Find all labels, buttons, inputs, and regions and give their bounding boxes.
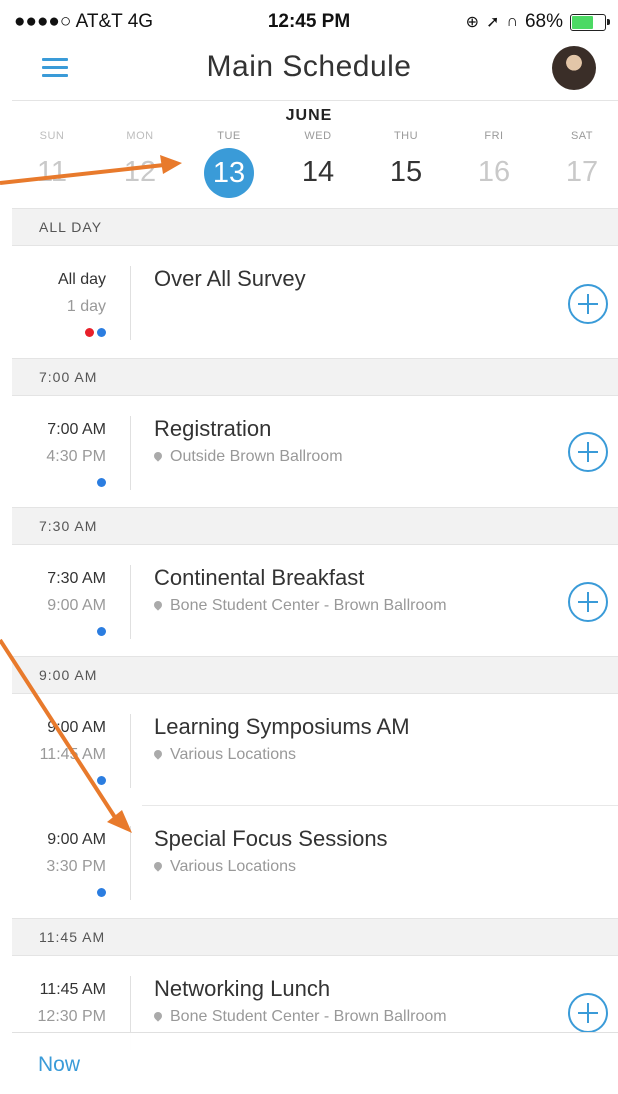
event-registration[interactable]: 7:00 AM 4:30 PM Registration Outside Bro… — [12, 396, 618, 507]
section-header-730: 7:30 AM — [12, 507, 618, 545]
battery-percent: 68% — [524, 11, 563, 32]
section-label: 9:00 AM — [39, 667, 98, 683]
avatar[interactable] — [552, 46, 596, 90]
event-dots — [97, 627, 106, 636]
day-number: 16 — [477, 156, 511, 188]
event-end-time: 11:45 AM — [39, 746, 106, 763]
day-name: TUE — [217, 130, 241, 142]
track-dot — [97, 478, 106, 487]
section-label: 11:45 AM — [39, 929, 106, 945]
add-to-schedule-button[interactable] — [568, 993, 608, 1033]
day-wed[interactable]: WED 14 — [288, 130, 348, 196]
event-dots — [97, 888, 106, 897]
event-start-time: 11:45 AM — [39, 981, 106, 998]
location-pin-icon — [152, 860, 164, 872]
day-name: SAT — [570, 130, 594, 142]
add-to-schedule-button[interactable] — [568, 582, 608, 622]
day-number: 17 — [565, 156, 599, 188]
day-name: FRI — [484, 130, 504, 142]
track-dot — [97, 776, 106, 785]
status-icons: ⊕ ➚ ∩ 68% — [465, 11, 610, 33]
headphones-icon: ∩ — [506, 13, 518, 30]
day-number: 14 — [301, 156, 335, 188]
event-divider — [130, 826, 131, 900]
location-pin-icon — [152, 1010, 164, 1022]
event-end-time: 3:30 PM — [46, 858, 106, 875]
section-header-900: 9:00 AM — [12, 656, 618, 694]
day-sat[interactable]: SAT 17 — [552, 130, 612, 196]
day-name: MON — [126, 130, 154, 142]
event-end-time: 12:30 PM — [37, 1008, 106, 1025]
section-label: 7:30 AM — [39, 518, 98, 534]
page-title: Main Schedule — [206, 50, 412, 83]
event-divider — [130, 565, 131, 639]
event-start-time: All day — [57, 271, 106, 288]
event-divider — [130, 416, 131, 490]
location-arrow-icon: ➚ — [486, 14, 500, 31]
event-divider — [130, 266, 131, 340]
event-end-time: 9:00 AM — [47, 597, 106, 614]
event-end-time: 1 day — [66, 298, 106, 315]
day-name: THU — [393, 130, 419, 142]
section-header-1145: 11:45 AM — [12, 918, 618, 956]
day-number: 11 — [36, 156, 68, 188]
day-number: 15 — [389, 156, 423, 188]
event-title: Continental Breakfast — [154, 565, 365, 590]
event-end-time: 4:30 PM — [46, 448, 106, 465]
event-location: Various Locations — [170, 858, 296, 875]
track-dot — [97, 328, 106, 337]
track-dot — [97, 627, 106, 636]
battery-icon — [570, 13, 610, 31]
day-number: 12 — [123, 156, 157, 188]
day-thu[interactable]: THU 15 — [376, 130, 436, 196]
event-dots — [97, 776, 106, 785]
bottom-bar: Now — [12, 1032, 618, 1094]
event-title: Networking Lunch — [154, 976, 331, 1001]
event-special-focus-sessions[interactable]: 9:00 AM 3:30 PM Special Focus Sessions V… — [12, 806, 618, 918]
day-number: 13 — [204, 148, 254, 198]
section-header-700: 7:00 AM — [12, 358, 618, 396]
orientation-lock-icon: ⊕ — [465, 14, 480, 31]
header-divider — [12, 100, 618, 101]
location-pin-icon — [152, 450, 164, 462]
event-divider — [130, 714, 131, 788]
event-learning-symposiums[interactable]: 9:00 AM 11:45 AM Learning Symposiums AM … — [12, 694, 618, 805]
month-label: JUNE — [285, 107, 333, 124]
event-start-time: 7:30 AM — [47, 570, 106, 587]
day-fri[interactable]: FRI 16 — [464, 130, 524, 196]
event-title: Over All Survey — [154, 266, 306, 291]
event-start-time: 9:00 AM — [47, 831, 106, 848]
status-bar: ●●●●○ AT&T 4G 12:45 PM ⊕ ➚ ∩ 68% — [0, 0, 618, 44]
event-location: Various Locations — [170, 746, 296, 763]
day-tue-selected[interactable]: TUE 13 — [199, 130, 259, 198]
event-location: Bone Student Center - Brown Ballroom — [170, 597, 447, 614]
now-button[interactable]: Now — [38, 1053, 80, 1077]
add-to-schedule-button[interactable] — [568, 432, 608, 472]
section-label: ALL DAY — [39, 219, 103, 235]
day-sun[interactable]: SUN 11 — [22, 130, 82, 196]
event-start-time: 7:00 AM — [47, 421, 106, 438]
day-name: SUN — [39, 130, 65, 142]
location-pin-icon — [152, 748, 164, 760]
event-location: Outside Brown Ballroom — [170, 448, 343, 465]
section-label: 7:00 AM — [39, 369, 98, 385]
track-dot — [97, 888, 106, 897]
event-dots — [97, 478, 106, 487]
event-continental-breakfast[interactable]: 7:30 AM 9:00 AM Continental Breakfast Bo… — [12, 545, 618, 656]
event-title: Special Focus Sessions — [154, 826, 388, 851]
event-title: Registration — [154, 416, 272, 441]
add-to-schedule-button[interactable] — [568, 284, 608, 324]
track-dot — [85, 328, 94, 337]
event-start-time: 9:00 AM — [47, 719, 106, 736]
location-pin-icon — [152, 599, 164, 611]
section-header-all-day: ALL DAY — [12, 208, 618, 246]
event-over-all-survey[interactable]: All day 1 day Over All Survey — [12, 246, 618, 358]
day-name: WED — [304, 130, 332, 142]
event-title: Learning Symposiums AM — [154, 714, 410, 739]
day-mon[interactable]: MON 12 — [110, 130, 170, 196]
event-location: Bone Student Center - Brown Ballroom — [170, 1008, 447, 1025]
event-dots — [85, 328, 106, 337]
